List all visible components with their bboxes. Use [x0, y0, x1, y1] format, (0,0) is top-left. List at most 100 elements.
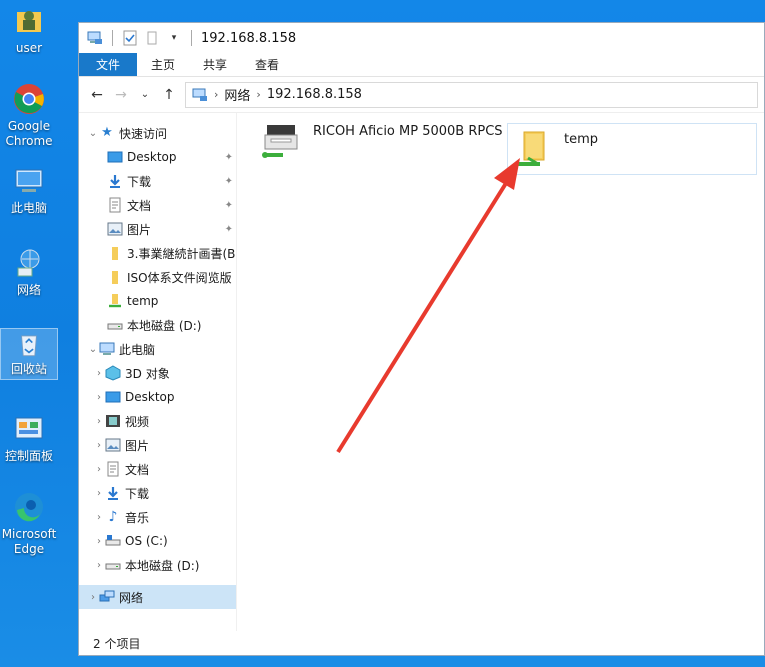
- nav-label: 快速访问: [119, 126, 168, 141]
- pictures-icon: [107, 222, 123, 236]
- navigation-pane: ⌄ ★ 快速访问 Desktop ✦ 下载 ✦ 文档 ✦ 图片 ✦ 3.事業継続…: [79, 113, 237, 631]
- nav-network[interactable]: › 网络: [79, 585, 236, 609]
- forward-arrow-icon[interactable]: →: [113, 87, 129, 103]
- desktop-icon-label: user: [15, 41, 43, 55]
- nav-pc-documents[interactable]: › 文档: [79, 457, 236, 481]
- nav-label: Desktop: [127, 150, 177, 164]
- nav-label: ISO体系文件阅览版: [127, 270, 232, 285]
- address-bar[interactable]: › 网络 › 192.168.8.158: [185, 81, 758, 108]
- nav-quick-folder-iso[interactable]: ISO体系文件阅览版: [79, 265, 236, 289]
- pin-icon: ✦: [224, 175, 233, 187]
- breadcrumb-network[interactable]: 网络: [224, 85, 250, 104]
- nav-quick-drive-d[interactable]: 本地磁盘 (D:): [79, 313, 236, 337]
- pin-icon: ✦: [224, 223, 233, 235]
- network-computer-icon: [87, 31, 102, 44]
- nav-label: 图片: [125, 438, 150, 453]
- collapse-chevron-icon[interactable]: ⌄: [87, 344, 99, 355]
- file-item-printer[interactable]: RICOH Aficio MP 5000B RPCS: [259, 121, 503, 161]
- nav-pc-pictures[interactable]: › 图片: [79, 433, 236, 457]
- expand-chevron-icon[interactable]: ›: [93, 560, 105, 571]
- nav-pc-downloads[interactable]: › 下载: [79, 481, 236, 505]
- address-row: ← → ⌄ ↑ › 网络 › 192.168.8.158: [79, 77, 764, 113]
- network-icon: [99, 590, 115, 602]
- nav-quick-access[interactable]: ⌄ ★ 快速访问: [79, 121, 236, 145]
- nav-pc-drive-c[interactable]: › OS (C:): [79, 529, 236, 553]
- nav-label: 3D 对象: [125, 366, 170, 381]
- expand-chevron-icon[interactable]: ›: [93, 416, 105, 427]
- window-title: 192.168.8.158: [201, 30, 297, 46]
- tab-share[interactable]: 共享: [189, 53, 241, 76]
- desktop-icon-chrome[interactable]: Google Chrome: [0, 82, 58, 149]
- nav-label: 3.事業継続計画書(B: [127, 246, 236, 261]
- desktop-icon-recycle-bin[interactable]: 回收站: [0, 328, 58, 380]
- breadcrumb-chevron-icon[interactable]: ›: [214, 88, 218, 101]
- nav-label: 视频: [125, 414, 150, 429]
- desktop-icon-edge[interactable]: Microsoft Edge: [0, 490, 58, 557]
- nav-label: 音乐: [125, 510, 150, 525]
- nav-label: 文档: [127, 198, 152, 213]
- chrome-icon: [14, 84, 44, 114]
- nav-label: Desktop: [125, 390, 175, 404]
- recent-locations-chevron-icon[interactable]: ⌄: [137, 89, 153, 100]
- nav-this-pc[interactable]: ⌄ 此电脑: [79, 337, 236, 361]
- tab-home[interactable]: 主页: [137, 53, 189, 76]
- desktop-icon-label: Microsoft Edge: [1, 527, 57, 556]
- film-icon: [106, 415, 120, 427]
- document-icon: [107, 461, 119, 477]
- title-divider: [112, 30, 113, 46]
- properties-check-icon[interactable]: [122, 30, 138, 46]
- up-arrow-icon[interactable]: ↑: [161, 87, 177, 103]
- desktop-icon-network[interactable]: 网络: [0, 246, 58, 298]
- file-item-label: temp: [564, 132, 599, 147]
- desktop-icon-control-panel[interactable]: 控制面板: [0, 412, 58, 464]
- breadcrumb-chevron-icon[interactable]: ›: [256, 88, 260, 101]
- expand-chevron-icon[interactable]: ›: [93, 440, 105, 451]
- tab-file[interactable]: 文件: [79, 53, 138, 76]
- nav-pc-drive-d[interactable]: › 本地磁盘 (D:): [79, 553, 236, 577]
- nav-quick-pictures[interactable]: 图片 ✦: [79, 217, 236, 241]
- expand-chevron-icon[interactable]: ›: [93, 392, 105, 403]
- shared-folder-icon: [516, 131, 545, 166]
- back-arrow-icon[interactable]: ←: [89, 87, 105, 103]
- nav-quick-documents[interactable]: 文档 ✦: [79, 193, 236, 217]
- expand-chevron-icon[interactable]: ›: [93, 488, 105, 499]
- cube-3d-icon: [105, 365, 121, 381]
- quick-access-dropdown-icon[interactable]: ▾: [166, 30, 182, 46]
- pictures-icon: [105, 438, 121, 452]
- pin-icon: ✦: [224, 199, 233, 211]
- expand-chevron-icon[interactable]: ›: [87, 592, 99, 603]
- network-globe-icon: [17, 249, 40, 277]
- watermark-text: Bai经验: [588, 603, 707, 638]
- expand-chevron-icon[interactable]: ›: [93, 536, 105, 547]
- nav-label: OS (C:): [125, 534, 168, 548]
- desktop-icon-user[interactable]: user: [0, 4, 58, 56]
- nav-pc-music[interactable]: › ♪ 音乐: [79, 505, 236, 529]
- nav-pc-videos[interactable]: › 视频: [79, 409, 236, 433]
- expand-chevron-icon[interactable]: ›: [93, 368, 105, 379]
- document-icon: [109, 197, 121, 213]
- nav-quick-temp[interactable]: temp: [79, 289, 236, 313]
- expand-chevron-icon[interactable]: ›: [93, 464, 105, 475]
- user-folder-icon: [17, 11, 41, 32]
- edge-icon: [15, 493, 43, 522]
- tab-view[interactable]: 查看: [241, 53, 293, 76]
- desktop-icon-label: 此电脑: [10, 201, 47, 215]
- computer-icon: [15, 169, 43, 192]
- nav-pc-3d-objects[interactable]: › 3D 对象: [79, 361, 236, 385]
- file-item-temp-folder[interactable]: temp: [507, 123, 757, 175]
- computer-icon: [99, 342, 115, 355]
- desktop-icon-this-pc[interactable]: 此电脑: [0, 164, 58, 216]
- nav-quick-desktop[interactable]: Desktop ✦: [79, 145, 236, 169]
- nav-pc-desktop[interactable]: › Desktop: [79, 385, 236, 409]
- nav-label: 图片: [127, 222, 152, 237]
- nav-label: 本地磁盘 (D:): [125, 558, 200, 573]
- new-folder-quick-icon[interactable]: [144, 30, 160, 46]
- collapse-chevron-icon[interactable]: ⌄: [87, 128, 99, 139]
- nav-quick-folder-bcp[interactable]: 3.事業継続計画書(B: [79, 241, 236, 265]
- printer-icon: [262, 125, 298, 158]
- watermark-url: jingyan.baidu.com: [588, 637, 690, 650]
- nav-quick-downloads[interactable]: 下载 ✦: [79, 169, 236, 193]
- expand-chevron-icon[interactable]: ›: [93, 512, 105, 523]
- nav-label: 本地磁盘 (D:): [127, 318, 202, 333]
- breadcrumb-host[interactable]: 192.168.8.158: [267, 87, 362, 102]
